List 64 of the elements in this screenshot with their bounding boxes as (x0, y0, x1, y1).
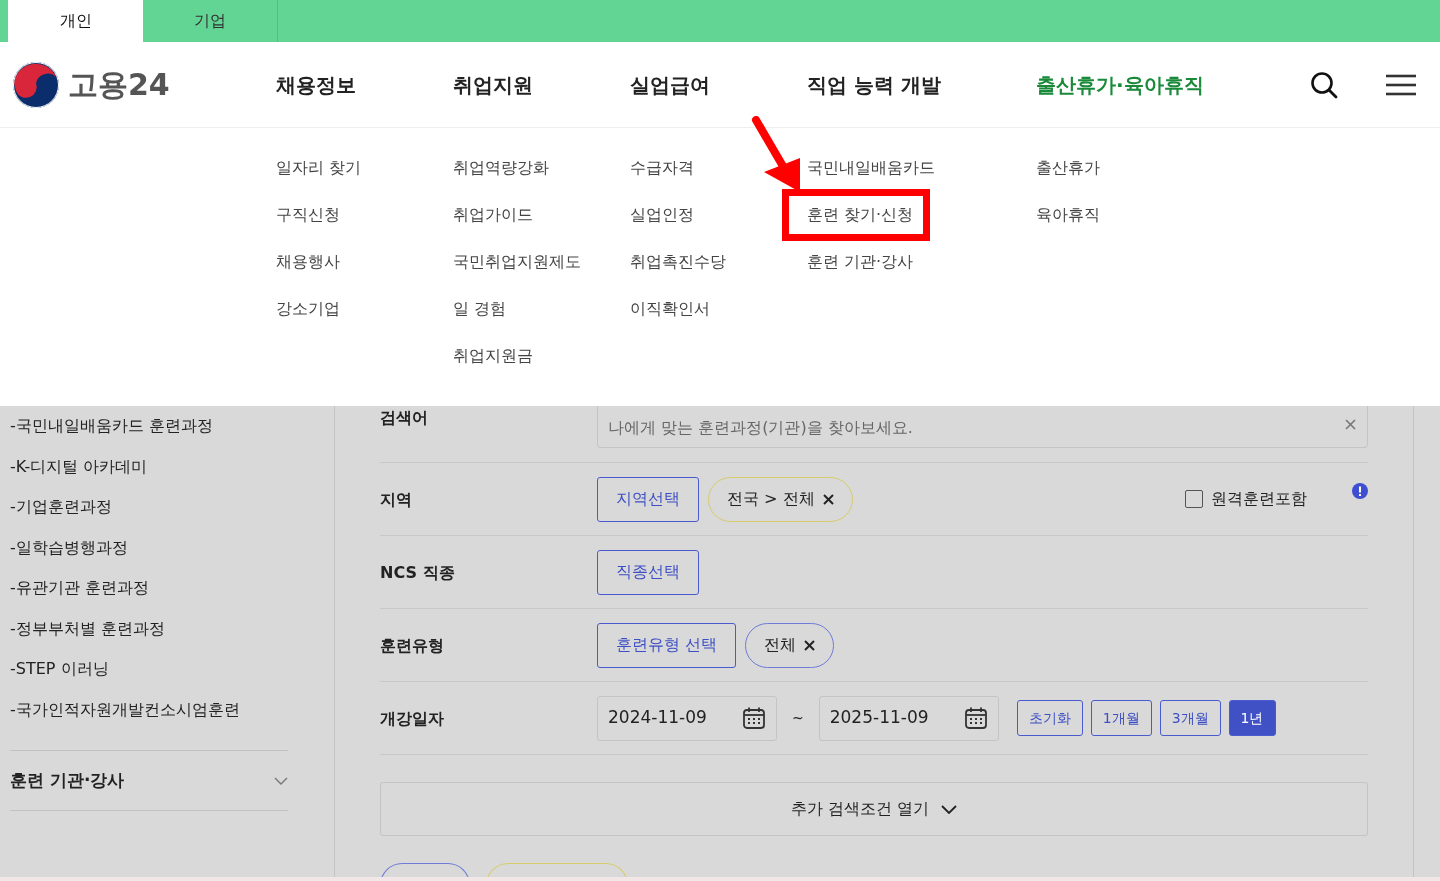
checkbox[interactable] (1185, 490, 1203, 508)
submenu-link[interactable]: 국민취업지원제도 (453, 250, 630, 297)
submenu-link[interactable]: 훈련 찾기·신청 (807, 203, 914, 227)
field-label: NCS 직종 (380, 562, 456, 584)
close-icon (822, 493, 834, 505)
submenu-link[interactable]: 훈련 기관·강사 (807, 250, 1036, 297)
sidebar-section[interactable]: 훈련 기관·강사 (10, 750, 288, 811)
nav-link[interactable]: 실업급여 (630, 72, 710, 97)
menu-icon[interactable] (1386, 73, 1416, 96)
training-type-button[interactable]: 훈련유형 선택 (597, 622, 737, 668)
logo-icon (12, 60, 60, 109)
region-button[interactable]: 지역선택 (597, 476, 699, 522)
submenu-link[interactable]: 실업인정 (630, 203, 807, 250)
chevron-down-icon (941, 804, 958, 814)
field-label: 훈련유형 (380, 635, 445, 657)
sidebar-link[interactable]: -정부부처별 훈련과정 (10, 616, 288, 657)
top-tab[interactable]: 개인 (8, 0, 143, 42)
submenu-link[interactable]: 육아휴직 (1036, 203, 1213, 250)
period-button[interactable]: 1개월 (1090, 700, 1152, 736)
submenu-link[interactable]: 취업역량강화 (453, 156, 630, 203)
nav-link[interactable]: 직업 능력 개발 (807, 72, 941, 97)
nav-link[interactable]: 취업지원 (453, 72, 533, 97)
submenu-link[interactable]: 이직확인서 (630, 297, 807, 344)
search-icon[interactable] (1310, 70, 1338, 99)
calendar-icon[interactable] (742, 706, 766, 730)
clear-icon[interactable] (1345, 419, 1356, 430)
logo-text: 고용24 (68, 66, 170, 104)
period-button[interactable]: 3개월 (1159, 700, 1221, 736)
submenu-link[interactable]: 수급자격 (630, 156, 807, 203)
nav-link[interactable]: 채용정보 (276, 72, 356, 97)
submenu-link[interactable]: 취업가이드 (453, 203, 630, 250)
submenu-link[interactable]: 일 경험 (453, 297, 630, 344)
sidebar-link[interactable]: -국가인적자원개발컨소시엄훈련 (10, 697, 288, 738)
submenu-link[interactable]: 일자리 찾기 (276, 156, 453, 203)
field-label: 지역 (380, 489, 413, 511)
sidebar-link[interactable]: -STEP 이러닝 (10, 657, 288, 698)
submenu-link[interactable]: 출산휴가 (1036, 156, 1213, 203)
occupation-button[interactable]: 직종선택 (597, 549, 699, 595)
submenu-link[interactable]: 구직신청 (276, 203, 453, 250)
field-label: 개강일자 (380, 708, 445, 730)
date-field[interactable]: 2025-11-09 (818, 695, 999, 741)
period-button[interactable]: 초기화 (1016, 700, 1083, 736)
submenu-link[interactable]: 국민내일배움카드 (807, 156, 1036, 203)
date-field[interactable]: 2024-11-09 (597, 695, 777, 741)
sidebar-link[interactable]: -국민내일배움카드 훈련과정 (10, 414, 288, 455)
calendar-icon[interactable] (963, 706, 988, 730)
field-label: 검색어 (380, 407, 429, 429)
sidebar-link[interactable]: -K-디지털 아카데미 (10, 454, 288, 495)
chevron-down-icon (274, 776, 288, 785)
nav-link[interactable]: 출산휴가·육아휴직 (1036, 72, 1204, 97)
submenu-link[interactable]: 취업촉진수당 (630, 250, 807, 297)
period-button[interactable]: 1년 (1228, 700, 1276, 736)
checkbox-label: 원격훈련포함 (1211, 488, 1307, 510)
sidebar-link[interactable]: -유관기관 훈련과정 (10, 576, 288, 617)
submenu-link[interactable]: 강소기업 (276, 297, 453, 344)
submenu-link[interactable]: 취업지원금 (453, 344, 630, 391)
expand-button[interactable]: 추가 검색조건 열기 (380, 782, 1368, 836)
sidebar-link[interactable]: -일학습병행과정 (10, 535, 288, 576)
sidebar-link[interactable]: -기업훈련과정 (10, 495, 288, 536)
close-icon (804, 639, 816, 651)
search-field[interactable]: 나에게 맞는 훈련과정(기관)을 찾아보세요. (597, 406, 1368, 448)
submenu-link[interactable]: 채용행사 (276, 250, 453, 297)
info-icon[interactable] (1352, 483, 1368, 499)
range-separator: ~ (792, 708, 804, 728)
